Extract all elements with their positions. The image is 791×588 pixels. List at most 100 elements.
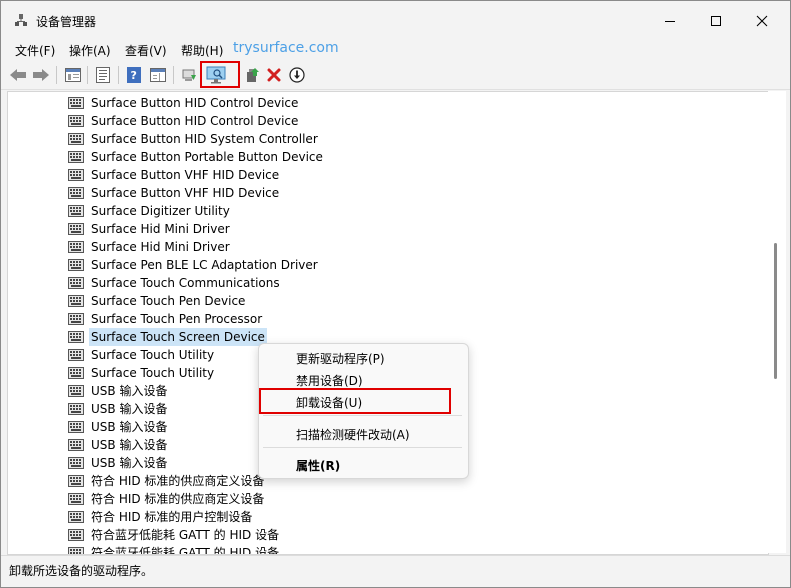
- tree-item-label: Surface Button Portable Button Device: [91, 150, 323, 164]
- minimize-icon: [665, 21, 675, 22]
- ctx-scan-hardware[interactable]: 扫描检测硬件改动(A): [296, 426, 410, 443]
- hid-device-icon: [68, 133, 84, 145]
- forward-arrow-icon: [33, 69, 49, 81]
- close-button[interactable]: [739, 6, 785, 36]
- tree-item-label: USB 输入设备: [91, 402, 168, 416]
- hid-device-icon: [68, 205, 84, 217]
- tree-item[interactable]: USB 输入设备: [68, 400, 169, 418]
- show-hide-tree-button[interactable]: [63, 65, 83, 85]
- tree-item[interactable]: Surface Button Portable Button Device: [68, 148, 325, 166]
- tree-item-label: Surface Touch Utility: [91, 348, 215, 362]
- window-title: 设备管理器: [36, 15, 97, 29]
- tree-item[interactable]: Surface Hid Mini Driver: [68, 238, 232, 256]
- tree-item[interactable]: Surface Digitizer Utility: [68, 202, 232, 220]
- tree-item[interactable]: Surface Button VHF HID Device: [68, 184, 281, 202]
- tree-item-label: Surface Button HID Control Device: [91, 96, 299, 110]
- hid-device-icon: [68, 241, 84, 253]
- hid-device-icon: [68, 115, 84, 127]
- title-bar: 设备管理器: [1, 1, 790, 39]
- action-pane-icon: [150, 68, 166, 82]
- disable-device-button[interactable]: [287, 65, 307, 85]
- hid-device-icon: [68, 151, 84, 163]
- tree-item-label: USB 输入设备: [91, 438, 168, 452]
- tree-item[interactable]: Surface Touch Pen Processor: [68, 310, 264, 328]
- menu-bar: 文件(F) 操作(A) 查看(V) 帮助(H) trysurface.com: [1, 39, 790, 61]
- maximize-icon: [711, 16, 721, 26]
- tree-item-label: Surface Hid Mini Driver: [91, 240, 230, 254]
- menu-view[interactable]: 查看(V): [125, 42, 167, 59]
- tree-item-label: Surface Digitizer Utility: [91, 204, 230, 218]
- device-manager-app-icon: [15, 14, 27, 26]
- tree-item[interactable]: Surface Button VHF HID Device: [68, 166, 281, 184]
- tree-item[interactable]: 符合蓝牙低能耗 GATT 的 HID 设备: [68, 526, 281, 544]
- hid-device-icon: [68, 169, 84, 181]
- add-legacy-hardware-button[interactable]: [242, 65, 262, 85]
- tree-item[interactable]: Surface Touch Utility: [68, 364, 216, 382]
- toolbar-separator: [87, 66, 88, 84]
- tree-item[interactable]: Surface Button HID Control Device: [68, 112, 300, 130]
- menu-help[interactable]: 帮助(H): [181, 42, 223, 59]
- tree-item[interactable]: 符合蓝牙低能耗 GATT 的 HID 设备: [68, 544, 281, 555]
- ctx-properties[interactable]: 属性(R): [296, 457, 340, 474]
- tree-item-label: Surface Button HID Control Device: [91, 114, 299, 128]
- tree-item-label: Surface Hid Mini Driver: [91, 222, 230, 236]
- scrollbar-thumb[interactable]: [774, 243, 777, 379]
- back-button[interactable]: [8, 65, 28, 85]
- tree-item[interactable]: USB 输入设备: [68, 418, 169, 436]
- hid-device-icon: [68, 439, 84, 451]
- hid-device-icon: [68, 529, 84, 541]
- tree-item-label: Surface Button VHF HID Device: [91, 168, 280, 182]
- show-hide-tree-icon: [65, 68, 81, 82]
- tree-item-label: Surface Touch Utility: [91, 366, 215, 380]
- forward-button[interactable]: [31, 65, 51, 85]
- tree-item-label: Surface Touch Pen Device: [91, 294, 246, 308]
- tree-item[interactable]: Surface Pen BLE LC Adaptation Driver: [68, 256, 320, 274]
- tree-item[interactable]: Surface Button HID Control Device: [68, 94, 300, 112]
- status-text: 卸载所选设备的驱动程序。: [9, 564, 154, 578]
- tree-item-label: Surface Touch Screen Device: [89, 328, 267, 346]
- ctx-disable-device[interactable]: 禁用设备(D): [296, 372, 363, 389]
- tree-item[interactable]: Surface Touch Utility: [68, 346, 216, 364]
- svg-text:?: ?: [131, 69, 137, 82]
- toolbar-separator: [118, 66, 119, 84]
- properties-button[interactable]: [93, 65, 113, 85]
- tree-item-label: 符合蓝牙低能耗 GATT 的 HID 设备: [91, 546, 280, 555]
- maximize-button[interactable]: [693, 6, 739, 36]
- ctx-update-driver[interactable]: 更新驱动程序(P): [296, 350, 385, 367]
- menu-action[interactable]: 操作(A): [69, 42, 111, 59]
- add-legacy-hardware-icon: [247, 68, 259, 82]
- toolbar: ?: [1, 61, 790, 90]
- menu-file[interactable]: 文件(F): [15, 42, 55, 59]
- tree-item[interactable]: USB 输入设备: [68, 436, 169, 454]
- hid-device-icon: [68, 331, 84, 343]
- device-tree[interactable]: Surface Button HID Control Device Surface…: [7, 91, 769, 555]
- help-button[interactable]: ?: [124, 65, 144, 85]
- close-icon: [756, 15, 768, 27]
- uninstall-device-button[interactable]: [264, 65, 284, 85]
- hid-device-icon: [68, 493, 84, 505]
- tree-item-label: USB 输入设备: [91, 456, 168, 470]
- tree-item[interactable]: USB 输入设备: [68, 454, 169, 472]
- uninstall-device-icon: [267, 68, 281, 82]
- tree-item[interactable]: Surface Touch Communications: [68, 274, 282, 292]
- tree-item[interactable]: Surface Button HID System Controller: [68, 130, 320, 148]
- tree-item[interactable]: 符合 HID 标准的供应商定义设备: [68, 472, 266, 490]
- hid-device-icon: [68, 367, 84, 379]
- hid-device-icon: [68, 403, 84, 415]
- vertical-scrollbar[interactable]: [768, 91, 786, 553]
- hid-device-icon: [68, 385, 84, 397]
- update-driver-button[interactable]: [179, 65, 199, 85]
- tree-item[interactable]: USB 输入设备: [68, 382, 169, 400]
- tree-item[interactable]: 符合 HID 标准的用户控制设备: [68, 508, 254, 526]
- hid-device-icon: [68, 277, 84, 289]
- tree-item[interactable]: Surface Touch Screen Device: [68, 328, 267, 346]
- hid-device-icon: [68, 97, 84, 109]
- action-pane-button[interactable]: [148, 65, 168, 85]
- hid-device-icon: [68, 313, 84, 325]
- minimize-button[interactable]: [647, 6, 693, 36]
- status-bar: 卸载所选设备的驱动程序。: [1, 555, 790, 587]
- tree-item[interactable]: Surface Hid Mini Driver: [68, 220, 232, 238]
- tree-item-label: Surface Pen BLE LC Adaptation Driver: [91, 258, 318, 272]
- tree-item[interactable]: Surface Touch Pen Device: [68, 292, 247, 310]
- tree-item[interactable]: 符合 HID 标准的供应商定义设备: [68, 490, 266, 508]
